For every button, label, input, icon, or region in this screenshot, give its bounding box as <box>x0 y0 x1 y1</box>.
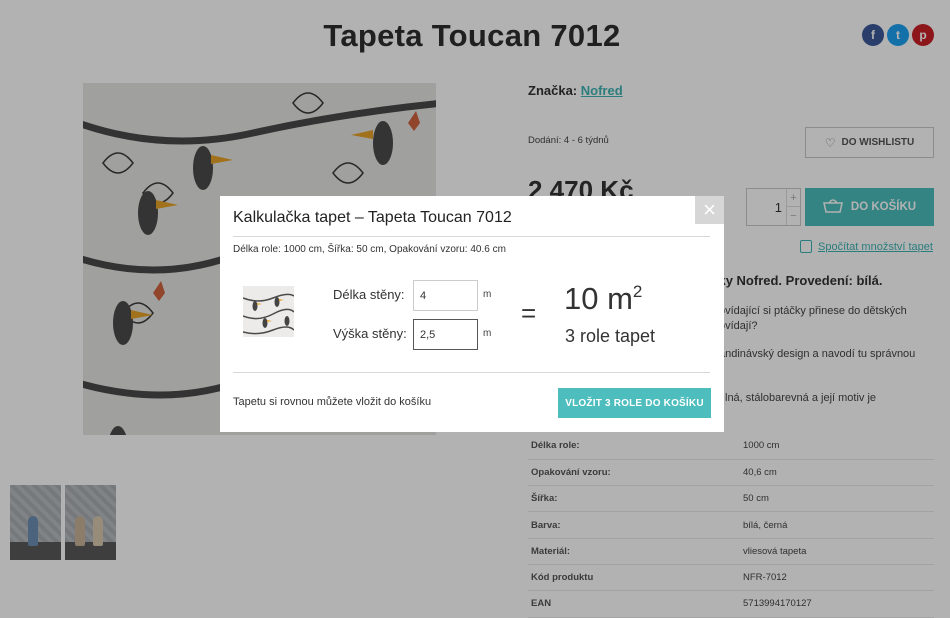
equals-sign: = <box>521 298 537 328</box>
modal-title: Kalkulačka tapet – Tapeta Toucan 7012 <box>233 209 512 226</box>
length-unit: m <box>483 289 492 300</box>
wallpaper-calculator-modal: Kalkulačka tapet – Tapeta Toucan 7012 × … <box>220 196 724 432</box>
area-result: 10 m2 <box>564 281 642 317</box>
close-icon[interactable]: × <box>695 196 724 224</box>
wall-height-input[interactable] <box>413 319 478 350</box>
add-rolls-to-cart-button[interactable]: VLOŽIT 3 ROLE DO KOŠÍKU <box>558 388 711 418</box>
rolls-result: 3 role tapet <box>565 326 656 346</box>
wall-length-input[interactable] <box>413 280 478 311</box>
height-unit: m <box>483 328 492 339</box>
divider <box>233 372 710 373</box>
area-exponent: 2 <box>632 282 643 301</box>
cart-note: Tapetu si rovnou můžete vložit do košíku <box>233 396 432 408</box>
wallpaper-swatch <box>243 286 294 337</box>
roll-info: Délka role: 1000 cm, Šířka: 50 cm, Opako… <box>233 244 506 255</box>
wall-height-label: Výška stěny: <box>333 326 407 341</box>
area-value: 10 m <box>564 281 633 316</box>
wall-length-label: Délka stěny: <box>333 287 405 302</box>
divider <box>233 236 710 237</box>
